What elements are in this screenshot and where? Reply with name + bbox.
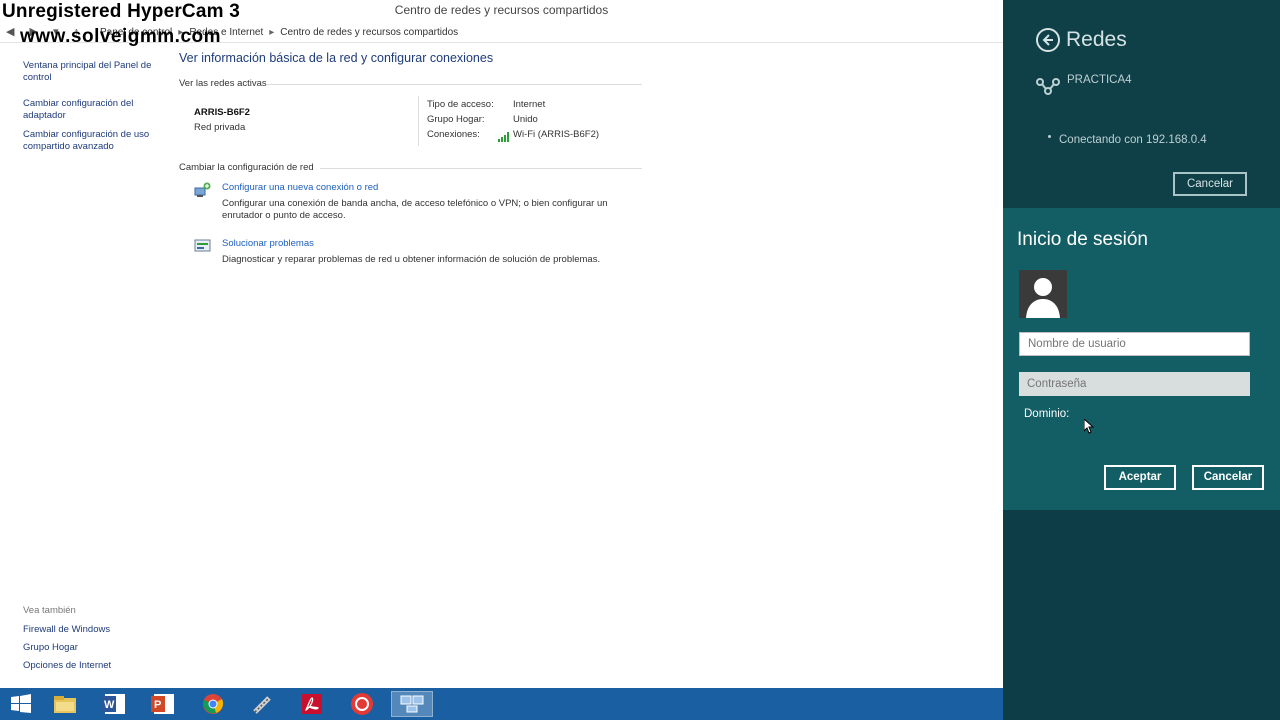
network-control-panel-icon[interactable] — [391, 691, 433, 717]
file-explorer-icon[interactable] — [44, 691, 86, 717]
svg-text:P: P — [154, 699, 161, 711]
acrobat-icon[interactable] — [291, 691, 333, 717]
change-adapter-settings-link[interactable]: Cambiar configuración del adaptador — [23, 98, 148, 122]
access-type-label: Tipo de acceso: — [427, 99, 494, 110]
watermark-url: www.solveigmm.com — [20, 26, 222, 47]
svg-text:W: W — [104, 699, 115, 711]
wifi-connection-link[interactable]: Wi-Fi (ARRIS-B6F2) — [513, 129, 599, 140]
mouse-cursor-icon — [1083, 417, 1095, 440]
page-title: Ver información básica de la red y confi… — [179, 51, 494, 65]
new-connection-icon — [194, 182, 212, 198]
accept-button[interactable]: Aceptar — [1104, 465, 1176, 490]
control-panel-home-link[interactable]: Ventana principal del Panel de control — [23, 60, 158, 84]
word-icon[interactable]: W — [93, 691, 135, 717]
password-input[interactable] — [1019, 372, 1250, 396]
control-panel-window: Centro de redes y recursos compartidos ◀… — [0, 0, 1003, 688]
networks-charm-panel: Redes PRACTICA4 Conectando con 192.168.0… — [1003, 0, 1280, 720]
network-connection-icon — [1035, 74, 1061, 101]
troubleshoot-link[interactable]: Solucionar problemas — [222, 238, 314, 249]
cancel-connect-button[interactable]: Cancelar — [1173, 172, 1247, 196]
see-also-label: Vea también — [23, 605, 76, 616]
chrome-icon[interactable] — [192, 691, 234, 717]
homegroup-link[interactable]: Grupo Hogar — [23, 642, 111, 654]
advanced-sharing-settings-link[interactable]: Cambiar configuración de uso compartido … — [23, 129, 158, 153]
divider — [267, 84, 642, 85]
homegroup-link[interactable]: Unido — [513, 114, 538, 125]
username-input[interactable] — [1019, 332, 1250, 356]
connection-status: Conectando con 192.168.0.4 — [1059, 134, 1207, 146]
domain-label: Dominio: — [1024, 408, 1070, 420]
cancel-button[interactable]: Cancelar — [1192, 465, 1264, 490]
firewall-link[interactable]: Firewall de Windows — [23, 624, 111, 636]
taskbar: W P — [0, 688, 1003, 720]
access-type-value: Internet — [513, 99, 546, 110]
divider — [418, 96, 419, 146]
left-nav-links: Cambiar configuración del adaptador — [23, 98, 148, 122]
see-also-links: Firewall de Windows Grupo Hogar Opciones… — [23, 624, 111, 672]
networks-title: Redes — [1066, 28, 1127, 51]
wifi-signal-icon — [498, 129, 510, 147]
network-item-name[interactable]: PRACTICA4 — [1067, 74, 1132, 86]
powerpoint-icon[interactable]: P — [142, 691, 184, 717]
breadcrumb-separator-icon: ▸ — [269, 27, 275, 38]
left-nav-links-2: Cambiar configuración de uso compartido … — [23, 129, 158, 153]
network-name: ARRIS-B6F2 — [194, 107, 250, 118]
troubleshoot-icon — [194, 238, 212, 254]
user-avatar-icon — [1019, 270, 1067, 318]
internet-options-link[interactable]: Opciones de Internet — [23, 660, 111, 672]
record-icon[interactable] — [341, 691, 383, 717]
breadcrumb-network-center[interactable]: Centro de redes y recursos compartidos — [280, 27, 458, 38]
active-networks-label: Ver las redes activas — [179, 78, 267, 89]
troubleshoot-description: Diagnosticar y reparar problemas de red … — [222, 254, 601, 265]
new-connection-link[interactable]: Configurar una nueva conexión o red — [222, 182, 378, 193]
watermark-title: Unregistered HyperCam 3 — [2, 1, 240, 22]
left-nav: Ventana principal del Panel de control — [23, 60, 158, 84]
back-arrow-icon[interactable] — [1036, 28, 1060, 52]
change-settings-label: Cambiar la configuración de red — [179, 162, 314, 173]
windows-start-icon[interactable] — [0, 691, 42, 717]
network-type[interactable]: Red privada — [194, 122, 245, 133]
new-connection-description: Configurar una conexión de banda ancha, … — [222, 198, 608, 221]
tool-icon[interactable] — [242, 691, 284, 717]
homegroup-label: Grupo Hogar: — [427, 114, 485, 125]
divider — [320, 168, 642, 169]
signin-title: Inicio de sesión — [1017, 229, 1148, 250]
connections-label: Conexiones: — [427, 129, 480, 140]
progress-dot-icon — [1048, 135, 1051, 138]
